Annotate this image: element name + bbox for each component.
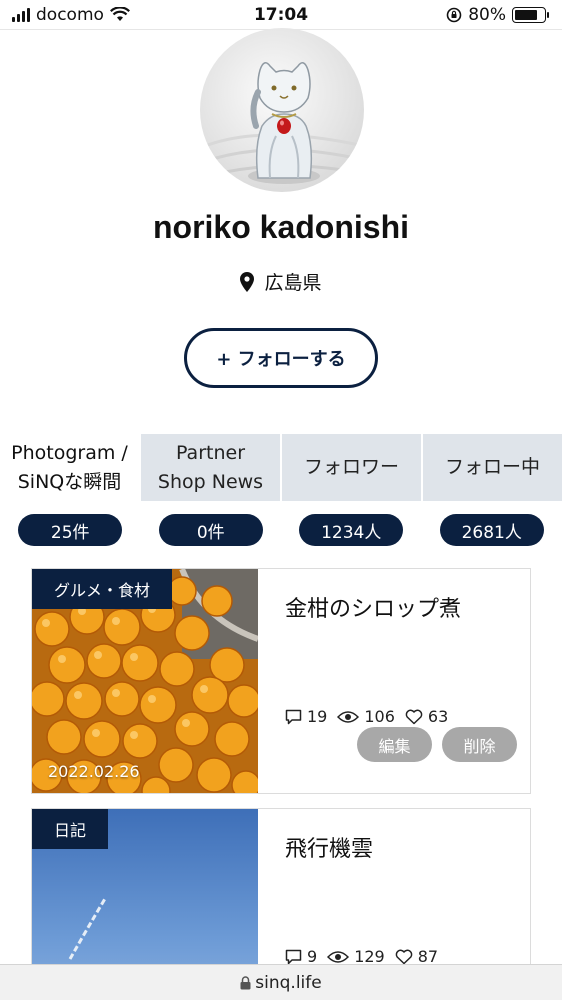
profile-tabs: Photogram / SiNQな瞬間 Partner Shop News フォ… bbox=[0, 434, 562, 501]
comment-icon bbox=[285, 709, 302, 724]
eye-icon bbox=[337, 710, 360, 723]
post-date: 2022.02.26 bbox=[48, 762, 140, 781]
browser-url-bar[interactable]: sinq.life bbox=[0, 964, 562, 1000]
lock-icon bbox=[240, 975, 251, 989]
heart-icon bbox=[405, 709, 423, 724]
status-bar: docomo 17:04 80% bbox=[0, 0, 562, 30]
avatar[interactable] bbox=[200, 28, 364, 192]
delete-button[interactable]: 削除 bbox=[442, 727, 517, 762]
signal-icon bbox=[12, 7, 30, 22]
like-count: 63 bbox=[427, 707, 449, 726]
post-card[interactable]: グルメ・食材 2022.02.26 金柑のシロップ煮 19 106 63 編集 … bbox=[31, 568, 531, 794]
post-stats: 19 106 63 bbox=[285, 707, 448, 726]
avatar-image bbox=[200, 62, 364, 184]
tab-counts: 25件 0件 1234人 2681人 bbox=[0, 514, 562, 546]
category-label: グルメ・食材 bbox=[32, 569, 173, 609]
follow-button[interactable]: + フォローする bbox=[184, 328, 378, 388]
shop-news-count-badge: 0件 bbox=[158, 514, 263, 546]
carrier-label: docomo bbox=[36, 4, 104, 25]
url-text: sinq.life bbox=[255, 972, 322, 993]
profile-name: noriko kadonishi bbox=[152, 209, 410, 245]
view-count: 106 bbox=[364, 707, 395, 726]
battery-icon bbox=[512, 6, 549, 23]
eye-icon bbox=[327, 950, 350, 963]
photogram-count-badge: 25件 bbox=[18, 514, 123, 546]
clock: 17:04 bbox=[253, 4, 309, 25]
tab-following[interactable]: フォロー中 bbox=[421, 434, 562, 501]
post-image[interactable]: グルメ・食材 2022.02.26 bbox=[32, 569, 258, 793]
wifi-icon bbox=[109, 7, 130, 21]
tab-photogram[interactable]: Photogram / SiNQな瞬間 bbox=[0, 434, 139, 501]
followers-count-badge: 1234人 bbox=[299, 514, 404, 546]
profile-location: 広島県 bbox=[0, 268, 562, 295]
tab-partner-shop-news[interactable]: Partner Shop News bbox=[139, 434, 280, 501]
location-label: 広島県 bbox=[264, 272, 322, 294]
orientation-lock-icon bbox=[446, 7, 462, 22]
heart-icon bbox=[395, 949, 413, 964]
edit-button[interactable]: 編集 bbox=[357, 727, 432, 762]
following-count-badge: 2681人 bbox=[439, 514, 544, 546]
category-label: 日記 bbox=[32, 809, 109, 849]
post-actions: 編集 削除 bbox=[357, 727, 517, 762]
location-pin-icon bbox=[240, 271, 255, 292]
comment-count: 19 bbox=[307, 707, 328, 726]
tab-followers[interactable]: フォロワー bbox=[280, 434, 421, 501]
battery-percent: 80% bbox=[468, 4, 506, 25]
comment-icon bbox=[285, 949, 302, 964]
post-title[interactable]: 金柑のシロップ煮 bbox=[285, 591, 461, 623]
post-title[interactable]: 飛行機雲 bbox=[285, 831, 373, 863]
